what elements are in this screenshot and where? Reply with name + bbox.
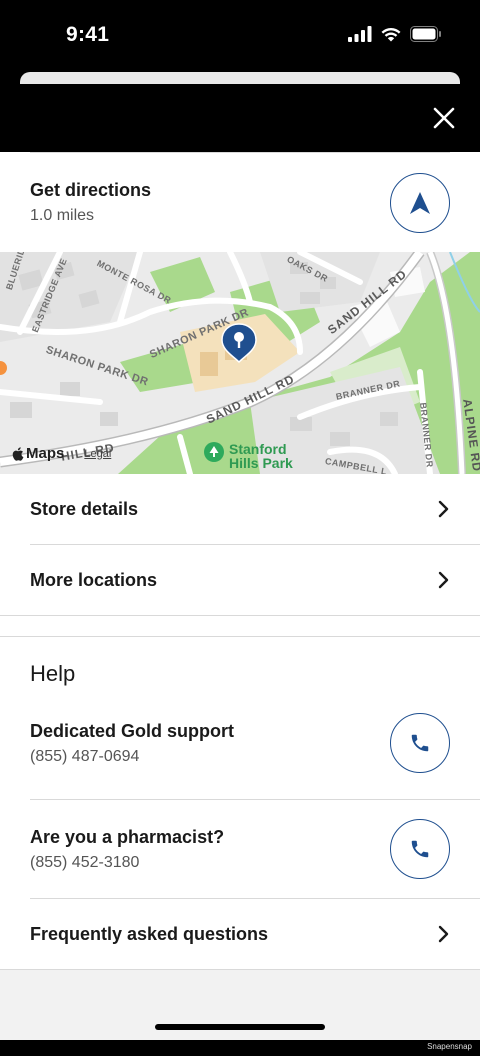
directions-text: Get directions 1.0 miles (30, 180, 151, 225)
directions-button[interactable] (390, 172, 450, 233)
section-divider (0, 969, 480, 970)
directions-title: Get directions (30, 180, 152, 200)
get-directions-row[interactable]: Get directions 1.0 miles (0, 153, 480, 252)
gold-support-phone: (855) 487-0694 (30, 747, 140, 765)
chevron-right-icon (438, 571, 449, 589)
home-indicator[interactable] (155, 1024, 325, 1030)
wifi-icon (381, 27, 401, 42)
status-bar: 9:41 (0, 0, 480, 72)
navigation-arrow-icon (410, 191, 430, 214)
tree-icon (204, 442, 224, 462)
map-pin-icon[interactable] (220, 322, 258, 364)
call-gold-support-button[interactable] (390, 713, 450, 773)
pharmacist-text: Are you a pharmacist? (855) 452-3180 (30, 827, 224, 872)
gold-support-row[interactable]: Dedicated Gold support (855) 487-0694 (0, 701, 480, 785)
faq-row[interactable]: Frequently asked questions (0, 899, 480, 969)
close-button[interactable] (428, 102, 460, 134)
pharmacist-title: Are you a pharmacist? (30, 826, 225, 847)
background-sheet (20, 72, 460, 84)
park-marker[interactable]: Stanford Hills Park (204, 442, 293, 470)
store-details-label: Store details (30, 498, 139, 519)
help-heading: Help (30, 661, 76, 686)
apple-logo-icon (12, 446, 24, 461)
chevron-right-icon (438, 500, 449, 518)
map-legal-link[interactable]: Legal (84, 448, 111, 460)
status-time: 9:41 (66, 23, 110, 46)
phone-icon (411, 840, 429, 858)
footer-strip: Snapensnap (0, 1040, 480, 1056)
map-attribution: Maps Legal (12, 445, 111, 462)
cellular-icon (348, 26, 372, 42)
call-pharmacist-button[interactable] (390, 819, 450, 879)
battery-icon (410, 26, 441, 42)
faq-label: Frequently asked questions (30, 923, 269, 944)
status-icons (348, 26, 442, 42)
park-label-line1: Stanford (229, 441, 287, 457)
pharmacist-phone: (855) 452-3180 (30, 853, 140, 871)
directions-section: Get directions 1.0 miles (0, 152, 480, 252)
section-gap (0, 616, 480, 636)
close-icon (433, 107, 455, 129)
store-map[interactable]: BLUERIDGE AVE EASTRIDGE AVE MONTE ROSA D… (0, 252, 480, 474)
sheet-header (0, 72, 480, 152)
store-details-row[interactable]: Store details (0, 474, 480, 544)
chevron-right-icon (438, 925, 449, 943)
store-menu: Store details More locations (0, 474, 480, 615)
pharmacist-row[interactable]: Are you a pharmacist? (855) 452-3180 (0, 800, 480, 898)
park-label-line2: Hills Park (229, 455, 293, 471)
gold-support-title: Dedicated Gold support (30, 720, 235, 741)
more-locations-row[interactable]: More locations (0, 545, 480, 615)
more-locations-label: More locations (30, 569, 158, 590)
directions-distance: 1.0 miles (30, 207, 95, 224)
watermark: Snapensnap (427, 1042, 472, 1051)
maps-logo: Maps (12, 445, 64, 462)
maps-text: Maps (26, 445, 65, 462)
park-label: Stanford Hills Park (229, 442, 293, 470)
help-section: Help Dedicated Gold support (855) 487-06… (0, 637, 480, 969)
store-sheet: Get directions 1.0 miles EASTRIDGE AVE M… (0, 152, 480, 1040)
gold-support-text: Dedicated Gold support (855) 487-0694 (30, 721, 234, 766)
phone-icon (411, 734, 429, 752)
